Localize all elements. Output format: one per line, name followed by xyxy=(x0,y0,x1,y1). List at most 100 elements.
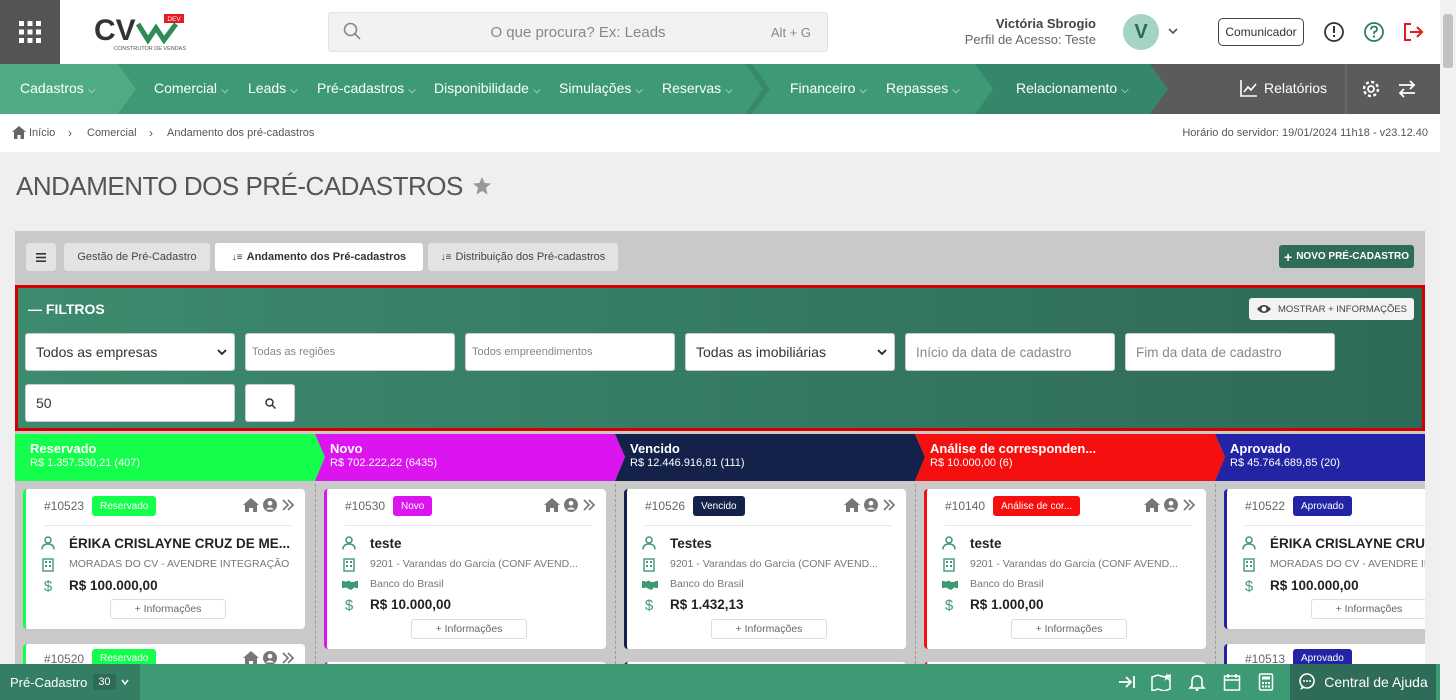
bell-icon[interactable] xyxy=(1188,673,1206,691)
breadcrumb-home[interactable]: Início xyxy=(29,127,55,139)
building-icon xyxy=(42,558,54,577)
chevron-down-icon[interactable] xyxy=(1167,25,1179,37)
building-icon xyxy=(343,558,355,577)
building-icon xyxy=(943,558,955,577)
handshake-icon xyxy=(642,578,658,596)
empreendimentos-select[interactable]: Todos empreendimentos xyxy=(465,333,675,371)
bottom-bar: Pré-Cadastro 30 Central de Ajuda xyxy=(0,664,1456,700)
card-id: #10522 xyxy=(1245,499,1286,513)
filter-search-button[interactable] xyxy=(245,384,295,422)
double-chevron-right-icon xyxy=(883,499,896,511)
module-selector[interactable]: Pré-Cadastro 30 xyxy=(0,664,140,700)
cv-logo[interactable]: CV DEV CONSTRUTOR DE VENDAS xyxy=(90,10,190,54)
nav-item-reservas[interactable]: Reservas ⌵ xyxy=(662,80,733,96)
star-icon[interactable] xyxy=(472,176,492,196)
help-center-button[interactable]: Central de Ajuda xyxy=(1290,664,1436,700)
svg-text:CONSTRUTOR DE VENDAS: CONSTRUTOR DE VENDAS xyxy=(114,46,186,52)
server-time: Horário do servidor: 19/01/2024 11h18 - … xyxy=(1182,127,1428,139)
card-actions[interactable] xyxy=(243,651,295,664)
tab-distribuicao[interactable]: ↓≡ Distribuição dos Pré-cadastros xyxy=(428,243,618,271)
page-scrollbar[interactable] xyxy=(1440,0,1456,700)
module-count: 30 xyxy=(93,674,116,690)
dollar-icon: $ xyxy=(643,597,655,618)
card-actions[interactable] xyxy=(243,498,295,512)
regioes-select[interactable]: Todas as regiões xyxy=(245,333,455,371)
map-star-icon[interactable] xyxy=(1151,673,1173,691)
user-circle-icon xyxy=(263,651,277,664)
search-placeholder: O que procura? Ex: Leads xyxy=(490,24,666,41)
limit-input[interactable]: 50 xyxy=(25,384,235,422)
avatar[interactable]: V xyxy=(1123,14,1159,50)
pre-cadastro-card[interactable]: #10513 Aprovado xyxy=(1224,644,1425,664)
calculator-icon[interactable] xyxy=(1258,673,1274,691)
data-fim-input[interactable]: Fim da data de cadastro xyxy=(1125,333,1335,371)
nav-item-simulacoes[interactable]: Simulações ⌵ xyxy=(559,80,643,96)
swap-icon[interactable] xyxy=(1397,79,1417,99)
nav-item-comercial[interactable]: Comercial ⌵ xyxy=(154,80,229,96)
more-info-button[interactable]: + Informações xyxy=(1011,619,1127,639)
nav-item-financeiro[interactable]: Financeiro ⌵ xyxy=(790,80,867,96)
nav-item-leads[interactable]: Leads ⌵ xyxy=(248,80,298,96)
home-icon xyxy=(243,498,259,512)
nav-item-relatorios[interactable]: Relatórios xyxy=(1240,79,1327,97)
svg-text:$: $ xyxy=(44,578,53,594)
more-info-button[interactable]: + Informações xyxy=(110,599,226,619)
status-badge: Novo xyxy=(393,496,433,516)
nav-item-relacionamento[interactable]: Relacionamento ⌵ xyxy=(1016,80,1129,96)
kanban-column: Reservado R$ 1.357.530,21 (407) #10523 R… xyxy=(15,434,325,664)
card-divider xyxy=(945,525,1192,526)
global-search[interactable]: O que procura? Ex: Leads Alt + G xyxy=(328,12,828,52)
pre-cadastro-card[interactable]: #10530 Novo teste 9201 - Varandas do Gar… xyxy=(324,489,606,649)
scrollbar-thumb[interactable] xyxy=(1443,14,1453,68)
empreendimento: MORADAS DO CV - AVENDRE INTEGRAÇÃO xyxy=(1270,558,1425,570)
calendar-icon[interactable] xyxy=(1223,673,1241,691)
more-info-button[interactable]: + Informações xyxy=(711,619,827,639)
tab-gestao[interactable]: Gestão de Pré-Cadastro xyxy=(64,243,210,271)
home-icon xyxy=(844,498,860,512)
bank-name: Banco do Brasil xyxy=(970,578,1044,590)
pre-cadastro-card[interactable]: #10140 Análise de cor... teste 9201 - Va… xyxy=(924,489,1206,649)
card-id: #10530 xyxy=(345,499,386,513)
card-actions[interactable] xyxy=(544,498,596,512)
communicator-button[interactable]: Comunicador xyxy=(1218,18,1304,46)
nav-item-repasses[interactable]: Repasses ⌵ xyxy=(886,80,960,96)
data-inicio-input[interactable]: Início da data de cadastro xyxy=(905,333,1115,371)
search-shortcut: Alt + G xyxy=(770,25,811,40)
pre-cadastro-card[interactable]: #10522 Aprovado ÉRIKA CRISLAYNE CRUZ DE … xyxy=(1224,489,1425,629)
empresas-select[interactable]: Todos as empresas xyxy=(25,333,235,371)
imobiliarias-select[interactable]: Todas as imobiliárias xyxy=(685,333,895,371)
pre-cadastro-card[interactable]: #10523 Reservado ÉRIKA CRISLAYNE CRUZ DE… xyxy=(23,489,305,629)
collapse-right-icon[interactable] xyxy=(1117,673,1137,691)
grid-icon xyxy=(19,21,41,43)
column-name: Novo xyxy=(330,441,363,456)
nav-item-pre-cadastros[interactable]: Pré-cadastros ⌵ xyxy=(317,80,416,96)
user-info[interactable]: Victória Sbrogio Perfil de Acesso: Teste xyxy=(965,16,1096,48)
logout-icon[interactable] xyxy=(1402,21,1426,43)
column-divider xyxy=(915,484,916,664)
info-icon[interactable] xyxy=(1323,21,1345,43)
show-more-info-button[interactable]: MOSTRAR + INFORMAÇÕES xyxy=(1249,298,1414,320)
nav-item-cadastros[interactable]: Cadastros ⌵ xyxy=(20,80,95,96)
new-pre-cadastro-button[interactable]: + NOVO PRÉ-CADASTRO xyxy=(1279,245,1414,268)
status-badge: Aprovado xyxy=(1293,649,1352,664)
kanban-columns: Reservado R$ 1.357.530,21 (407) #10523 R… xyxy=(15,434,1425,664)
help-icon[interactable] xyxy=(1363,21,1385,43)
tab-andamento[interactable]: ↓≡ Andamento dos Pré-cadastros xyxy=(215,243,423,271)
column-summary: R$ 10.000,00 (6) xyxy=(930,457,1013,469)
pre-cadastro-card[interactable]: #10526 Vencido Testes 9201 - Varandas do… xyxy=(624,489,906,649)
card-actions[interactable] xyxy=(1144,498,1196,512)
more-info-button[interactable]: + Informações xyxy=(1311,599,1425,619)
pre-cadastro-card[interactable]: #10520 Reservado xyxy=(23,644,305,664)
nav-item-disponibilidade[interactable]: Disponibilidade ⌵ xyxy=(434,80,541,96)
menu-toggle-button[interactable] xyxy=(26,243,56,271)
kanban-column: Análise de corresponden... R$ 10.000,00 … xyxy=(915,434,1225,664)
gear-icon[interactable] xyxy=(1361,79,1381,99)
home-icon[interactable] xyxy=(12,126,26,139)
card-actions[interactable] xyxy=(844,498,896,512)
card-value: R$ 10.000,00 xyxy=(370,597,452,612)
dollar-icon: $ xyxy=(343,597,355,618)
filters-toggle[interactable]: — FILTROS xyxy=(28,301,105,317)
breadcrumb-comercial[interactable]: Comercial xyxy=(87,127,137,139)
apps-grid-button[interactable] xyxy=(0,0,60,64)
more-info-button[interactable]: + Informações xyxy=(411,619,527,639)
